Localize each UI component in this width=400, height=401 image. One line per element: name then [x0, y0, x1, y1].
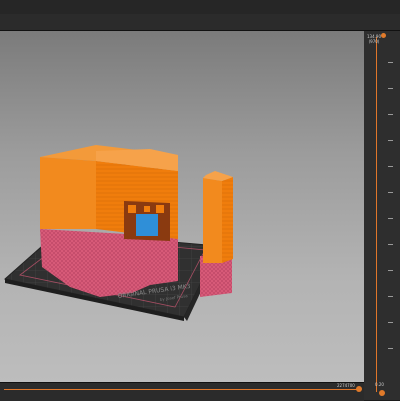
- horizontal-slider-track[interactable]: [4, 389, 358, 390]
- model-block-front: [40, 157, 96, 229]
- slider-tick: [388, 322, 393, 323]
- horizontal-slider-bar: 2274700: [0, 382, 364, 401]
- slider-tick: [388, 270, 393, 271]
- vertical-slider-bottom-handle[interactable]: [379, 390, 385, 396]
- tower-body: [203, 178, 222, 263]
- model-eye-left: [128, 205, 136, 213]
- slider-tick: [388, 192, 393, 193]
- vertical-slider-top-readout: 134.90 (970): [366, 34, 382, 44]
- slider-tick: [388, 88, 393, 89]
- model-nose: [144, 206, 150, 212]
- slider-tick: [388, 114, 393, 115]
- layer-slider-panel: [364, 31, 400, 400]
- horizontal-slider-knob[interactable]: [356, 386, 362, 392]
- 3d-viewport[interactable]: ORIGINAL PRUSA i3 MK3 by Josef Prusa: [0, 31, 364, 382]
- slider-tick: [388, 244, 393, 245]
- model-eye-right: [156, 205, 164, 213]
- slider-tick: [388, 296, 393, 297]
- slider-tick: [388, 62, 393, 63]
- vertical-slider-track[interactable]: [376, 37, 377, 392]
- slider-tick: [388, 348, 393, 349]
- title-bar: [0, 0, 400, 15]
- model-face-window: [136, 214, 158, 236]
- toolbar-strip: [0, 14, 400, 31]
- slider-tick: [388, 218, 393, 219]
- top-layer-value: (970): [368, 39, 380, 44]
- slider-tick: [388, 166, 393, 167]
- tower-side: [222, 177, 233, 263]
- horizontal-slider-value: 2274700: [337, 383, 355, 388]
- scene: ORIGINAL PRUSA i3 MK3 by Josef Prusa: [3, 145, 233, 321]
- slider-tick: [388, 140, 393, 141]
- vertical-slider-bottom-value: 0.20: [375, 382, 384, 387]
